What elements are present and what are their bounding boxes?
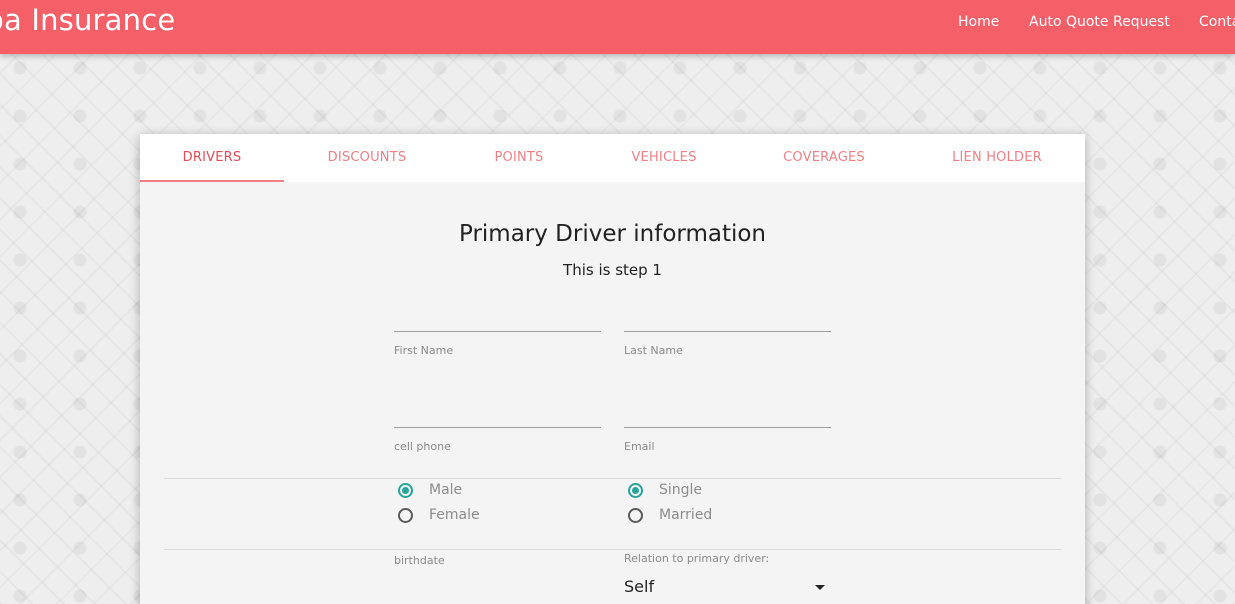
- radio-unchecked-icon: [628, 508, 643, 523]
- marital-radio-single[interactable]: Single: [624, 481, 744, 501]
- tab-vehicles[interactable]: VEHICLES: [595, 134, 733, 182]
- birthdate-label: birthdate: [394, 554, 445, 567]
- radio-checked-icon: [628, 483, 643, 498]
- first-name-input[interactable]: [394, 305, 601, 329]
- top-navbar: oa Insurance Home Auto Quote Request Con…: [0, 0, 1235, 54]
- tab-coverages[interactable]: COVERAGES: [755, 134, 893, 182]
- last-name-input[interactable]: [624, 305, 831, 329]
- email-underline: [624, 427, 831, 428]
- last-name-label: Last Name: [624, 344, 683, 357]
- first-name-label: First Name: [394, 344, 454, 357]
- first-name-underline: [394, 331, 601, 332]
- nav-contact-link[interactable]: Conta: [1199, 14, 1235, 30]
- cell-phone-label: cell phone: [394, 440, 451, 453]
- relation-select[interactable]: Self: [624, 575, 831, 599]
- gender-female-label: Female: [429, 507, 480, 523]
- radio-unchecked-icon: [398, 508, 413, 523]
- relation-label: Relation to primary driver:: [624, 552, 770, 565]
- active-tab-indicator: [140, 180, 284, 182]
- gender-radio-female[interactable]: Female: [394, 506, 514, 526]
- form-title: Primary Driver information: [458, 221, 767, 247]
- cell-phone-input[interactable]: [394, 401, 601, 425]
- nav-home-link[interactable]: Home: [958, 14, 999, 30]
- section-divider: [164, 549, 1061, 550]
- marital-radio-married[interactable]: Married: [624, 506, 744, 526]
- cell-phone-field[interactable]: cell phone: [394, 401, 601, 477]
- relation-selected-value: Self: [624, 577, 655, 596]
- section-divider: [164, 478, 1061, 479]
- email-field[interactable]: Email: [624, 401, 831, 477]
- form-subtitle: This is step 1: [563, 261, 662, 279]
- step-tabs: DRIVERS DISCOUNTS POINTS VEHICLES COVERA…: [140, 134, 1085, 182]
- nav-auto-quote-link[interactable]: Auto Quote Request: [1029, 14, 1170, 30]
- radio-checked-icon: [398, 483, 413, 498]
- gender-male-label: Male: [429, 482, 463, 498]
- gender-radio-male[interactable]: Male: [394, 481, 514, 501]
- email-input[interactable]: [624, 401, 831, 425]
- tab-drivers[interactable]: DRIVERS: [140, 134, 284, 182]
- email-label: Email: [624, 440, 655, 453]
- tab-discounts[interactable]: DISCOUNTS: [298, 134, 436, 182]
- tab-lien-holder[interactable]: LIEN HOLDER: [927, 134, 1067, 182]
- marital-married-label: Married: [659, 507, 713, 523]
- tab-points[interactable]: POINTS: [450, 134, 588, 182]
- last-name-field[interactable]: Last Name: [624, 305, 831, 381]
- marital-single-label: Single: [659, 482, 703, 498]
- last-name-underline: [624, 331, 831, 332]
- quote-form-card: DRIVERS DISCOUNTS POINTS VEHICLES COVERA…: [140, 134, 1085, 604]
- dropdown-caret-icon: [815, 585, 825, 590]
- first-name-field[interactable]: First Name: [394, 305, 601, 381]
- cell-phone-underline: [394, 427, 601, 428]
- brand-logo-text[interactable]: oa Insurance: [0, 3, 175, 37]
